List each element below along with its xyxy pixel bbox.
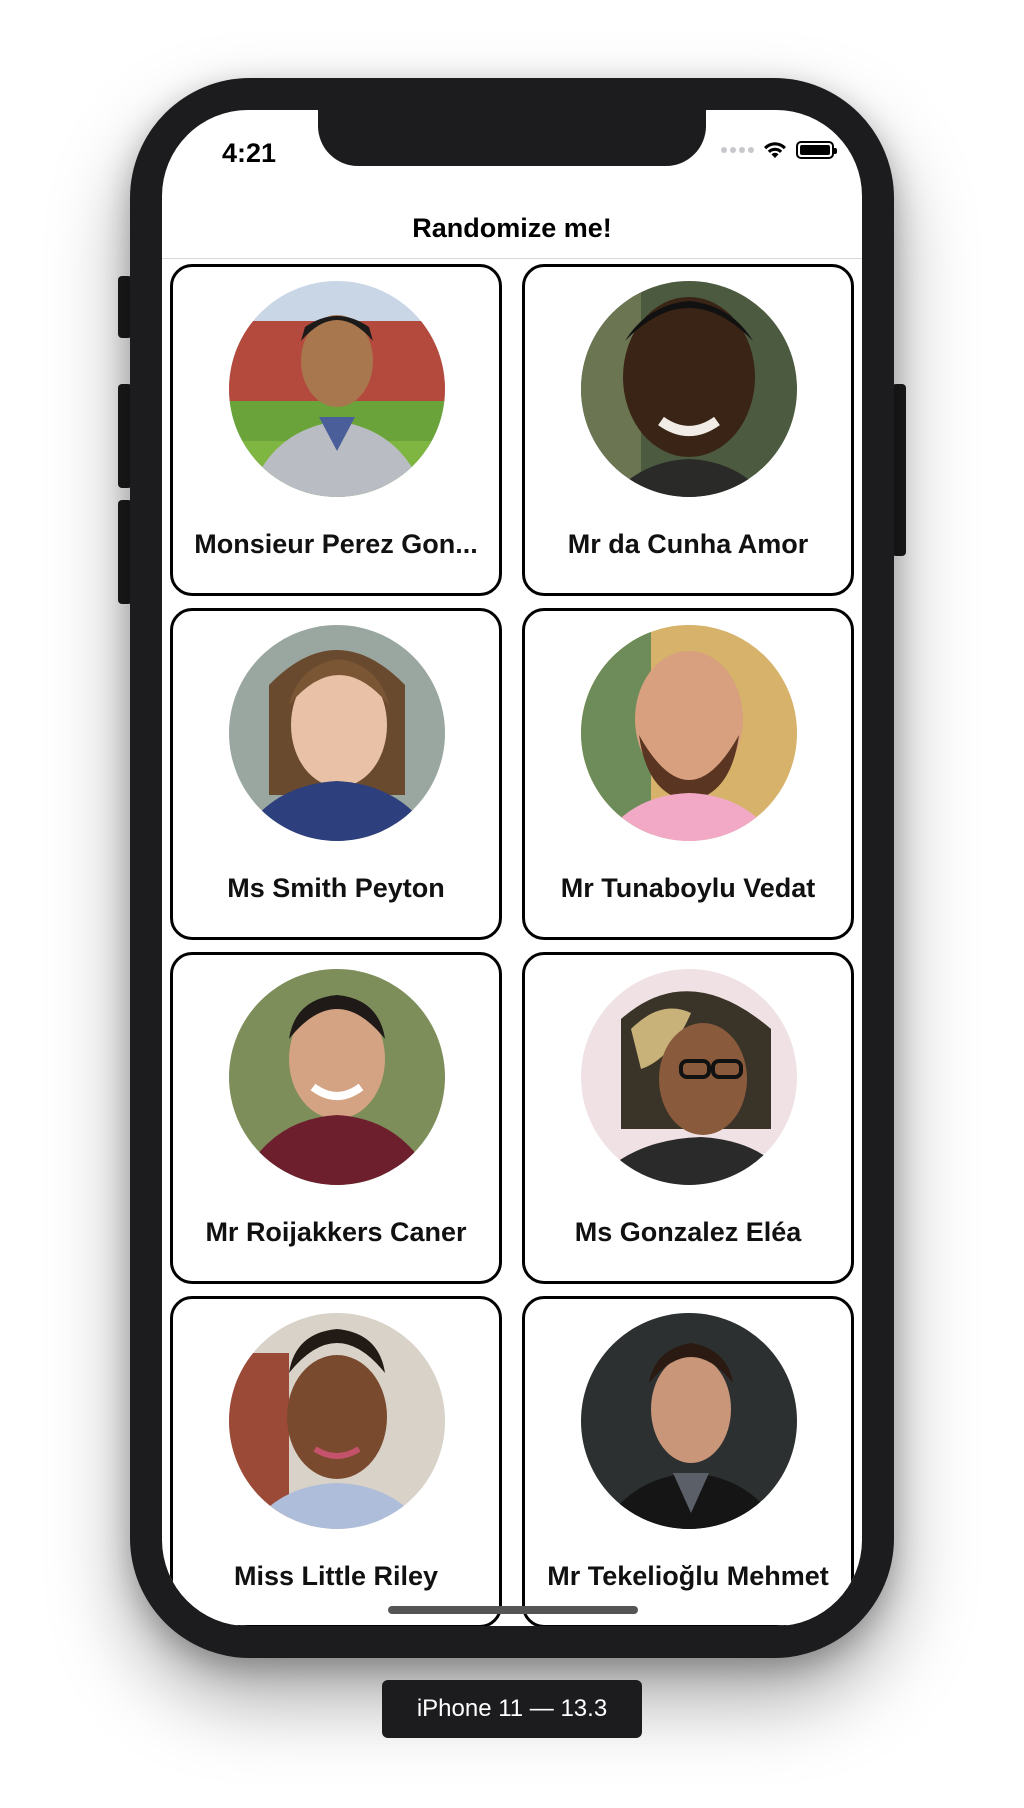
person-card[interactable]: Mr Roijakkers Caner: [170, 952, 502, 1284]
simulator-window: 4:21 Randomize me! Monsieur Perez Gon...…: [0, 0, 1024, 1808]
device-label: iPhone 11 — 13.3: [382, 1680, 642, 1738]
person-name: Ms Smith Peyton: [227, 873, 445, 903]
person-name: Mr Tekelioğlu Mehmet: [547, 1561, 829, 1591]
person-name: Mr Roijakkers Caner: [205, 1217, 467, 1247]
nav-title[interactable]: Randomize me!: [412, 213, 612, 244]
wifi-icon: [764, 142, 786, 158]
avatar: [581, 969, 797, 1185]
navigation-bar: Randomize me!: [162, 198, 862, 259]
person-card[interactable]: Mr da Cunha Amor: [522, 264, 854, 596]
signal-icon: [721, 147, 754, 153]
person-card[interactable]: Mr Tekelioğlu Mehmet: [522, 1296, 854, 1626]
phone-screen: 4:21 Randomize me! Monsieur Perez Gon...…: [162, 110, 862, 1626]
avatar: [581, 625, 797, 841]
person-name: Mr Tunaboylu Vedat: [560, 873, 816, 903]
person-name: Miss Little Riley: [233, 1561, 439, 1591]
battery-icon: [796, 141, 837, 159]
notch: [318, 110, 706, 166]
power-button: [892, 384, 906, 556]
person-name: Ms Gonzalez Eléa: [574, 1217, 802, 1247]
avatar: [229, 1313, 445, 1529]
person-card[interactable]: Monsieur Perez Gon...: [170, 264, 502, 596]
home-indicator[interactable]: [388, 1606, 638, 1614]
avatar: [581, 1313, 797, 1529]
person-name: Mr da Cunha Amor: [567, 529, 809, 559]
status-indicators: [721, 140, 837, 160]
avatar: [229, 969, 445, 1185]
avatar: [581, 281, 797, 497]
person-card[interactable]: Ms Smith Peyton: [170, 608, 502, 940]
person-card[interactable]: Mr Tunaboylu Vedat: [522, 608, 854, 940]
avatar: [229, 281, 445, 497]
person-card[interactable]: Miss Little Riley: [170, 1296, 502, 1626]
status-time: 4:21: [222, 138, 277, 168]
person-card[interactable]: Ms Gonzalez Eléa: [522, 952, 854, 1284]
person-name: Monsieur Perez Gon...: [194, 529, 478, 559]
avatar: [229, 625, 445, 841]
